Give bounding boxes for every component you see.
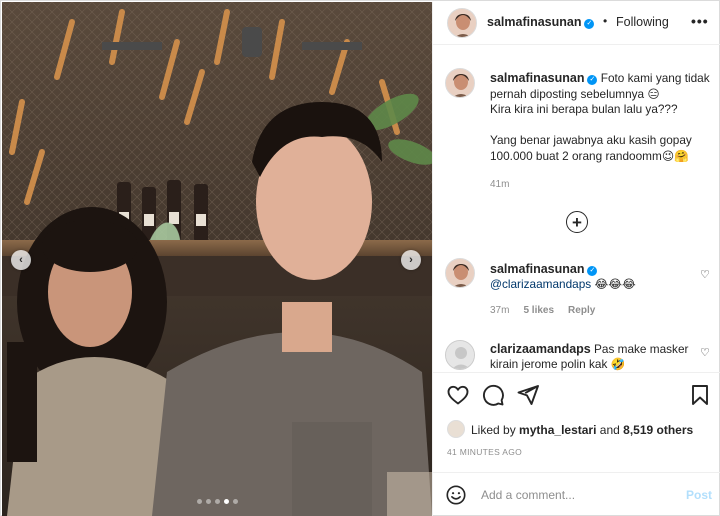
comments-area[interactable]: salmafinasunan ✓ Foto kami yang tidak per… bbox=[433, 46, 720, 372]
bookmark-icon[interactable] bbox=[688, 383, 712, 407]
post-sidebar: salmafinasunan ✓ • Following ••• salmafin… bbox=[432, 2, 720, 516]
post-timestamp[interactable]: 41 MINUTES AGO bbox=[447, 447, 522, 457]
likes-summary: Liked by mytha_lestari and 8,519 others bbox=[433, 415, 720, 443]
comment-like-icon[interactable]: ♡ bbox=[700, 268, 710, 281]
photo-illustration bbox=[2, 2, 432, 516]
carousel-dot bbox=[215, 499, 220, 504]
comment-time[interactable]: 37m bbox=[490, 305, 509, 316]
post-dialog: ‹ › salmafinasunan ✓ • Following ••• sal… bbox=[0, 0, 720, 516]
comment-text: Pas make masker bbox=[594, 342, 689, 356]
likes-prefix: Liked by bbox=[471, 423, 516, 437]
comment-likes[interactable]: 5 likes bbox=[523, 305, 554, 316]
comment-emojis: 😂😂😂 bbox=[594, 277, 636, 291]
author-username[interactable]: salmafinasunan ✓ bbox=[487, 15, 595, 29]
comment-avatar[interactable] bbox=[445, 340, 475, 370]
comment-like-icon[interactable]: ♡ bbox=[700, 346, 710, 359]
action-bar bbox=[433, 372, 720, 415]
verified-icon: ✓ bbox=[584, 19, 595, 29]
emoji-icon[interactable] bbox=[445, 484, 467, 506]
caption-body: salmafinasunan ✓ Foto kami yang tidak per… bbox=[490, 71, 710, 164]
likes-others[interactable]: 8,519 others bbox=[623, 423, 693, 437]
carousel-dot-active bbox=[224, 499, 229, 504]
carousel-dot bbox=[206, 499, 211, 504]
comment-text: @clarizaamandaps 😂😂😂 bbox=[490, 277, 636, 291]
liker-avatar[interactable] bbox=[447, 420, 465, 438]
verified-icon: ✓ bbox=[587, 75, 598, 85]
post-header: salmafinasunan ✓ • Following ••• bbox=[433, 2, 720, 45]
following-button[interactable]: Following bbox=[616, 15, 669, 29]
carousel-indicator bbox=[197, 499, 238, 504]
verified-icon: ✓ bbox=[587, 266, 598, 276]
comment-username[interactable]: salmafinasunan ✓ bbox=[490, 262, 598, 276]
chevron-right-icon: › bbox=[409, 254, 413, 266]
post-photo[interactable]: ‹ › bbox=[2, 2, 432, 516]
likes-and: and bbox=[599, 423, 620, 437]
carousel-next-button[interactable]: › bbox=[401, 250, 421, 270]
author-avatar[interactable] bbox=[447, 8, 477, 38]
post-comment-button[interactable]: Post bbox=[686, 488, 712, 502]
carousel-dot bbox=[233, 499, 238, 504]
author-username-text[interactable]: salmafinasunan bbox=[487, 15, 581, 29]
comment-meta: 37m 5 likes Reply bbox=[490, 305, 595, 316]
likes-text: Liked by mytha_lestari and 8,519 others bbox=[471, 423, 693, 437]
caption-avatar[interactable] bbox=[445, 68, 475, 98]
comment-username-text[interactable]: salmafinasunan bbox=[490, 262, 584, 276]
load-more-comments-icon[interactable]: + bbox=[566, 211, 588, 233]
comment-icon[interactable] bbox=[481, 383, 505, 407]
comment-input[interactable] bbox=[481, 485, 671, 505]
caption-time[interactable]: 41m bbox=[490, 179, 509, 190]
reply-button[interactable]: Reply bbox=[568, 305, 595, 316]
comment-composer: Post bbox=[433, 472, 720, 516]
carousel-dot bbox=[197, 499, 202, 504]
comment-text-continued: kirain jerome polin kak 🤣 bbox=[490, 357, 626, 371]
comment-username[interactable]: clarizaamandaps bbox=[490, 342, 591, 356]
share-icon[interactable] bbox=[516, 383, 540, 407]
comment-line: clarizaamandaps Pas make masker bbox=[490, 342, 688, 356]
chevron-left-icon: ‹ bbox=[19, 254, 23, 266]
liker-username[interactable]: mytha_lestari bbox=[519, 423, 596, 437]
caption-username[interactable]: salmafinasunan bbox=[490, 71, 584, 85]
comment-mention[interactable]: @clarizaamandaps bbox=[490, 277, 591, 291]
comment-avatar[interactable] bbox=[445, 258, 475, 288]
heart-icon[interactable] bbox=[446, 383, 470, 407]
separator-dot: • bbox=[603, 14, 608, 28]
more-options-icon[interactable]: ••• bbox=[691, 13, 709, 29]
carousel-prev-button[interactable]: ‹ bbox=[11, 250, 31, 270]
